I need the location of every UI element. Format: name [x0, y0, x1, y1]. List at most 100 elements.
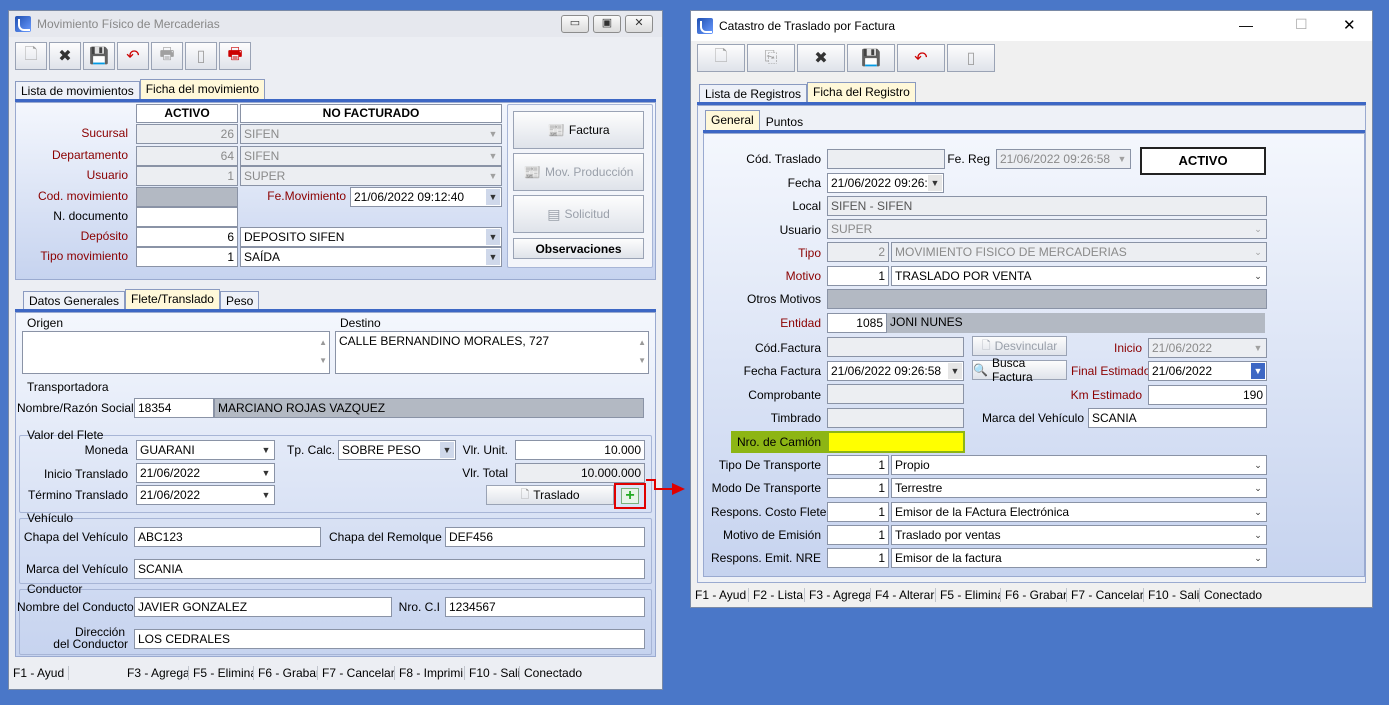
usuario-select[interactable]: SUPER ▼	[240, 166, 502, 186]
observaciones-button[interactable]: Observaciones	[513, 238, 644, 259]
direccion-field[interactable]: LOS CEDRALES	[134, 629, 645, 649]
print-icon[interactable]: 🖶	[151, 42, 183, 70]
fe-movimiento-label: Fe.Movimiento	[267, 189, 346, 203]
final-estimado-field[interactable]: 21/06/2022 ▼	[1148, 361, 1267, 381]
km-estimado-field[interactable]: 190	[1148, 385, 1267, 405]
chevron-down-icon: ▼	[488, 129, 498, 139]
minimize-button[interactable]: ▭	[561, 15, 589, 33]
exit-icon[interactable]: ▯	[947, 44, 995, 72]
inicio-translado-field[interactable]: 21/06/2022 ▼	[136, 463, 275, 483]
termino-translado-field[interactable]: 21/06/2022 ▼	[136, 485, 275, 505]
motivo-emision-code-field[interactable]: 1	[827, 525, 889, 545]
window-title: Catastro de Traslado por Factura	[719, 19, 896, 33]
maximize-button[interactable]: ▣	[593, 15, 621, 33]
deposito-select[interactable]: DEPOSITO SIFEN ▼	[240, 227, 502, 247]
cod-movimiento-field[interactable]	[136, 187, 238, 207]
fe-movimiento-field[interactable]: 21/06/2022 09:12:40 ▼	[350, 187, 502, 207]
motivo-code-field[interactable]: 1	[827, 266, 889, 286]
modo-transporte-select[interactable]: Terrestre ⌄	[891, 478, 1267, 498]
status-activo-badge: ACTIVO	[136, 104, 238, 123]
save-icon[interactable]: 💾	[847, 44, 895, 72]
marca-vehiculo-field[interactable]: SCANIA	[1088, 408, 1267, 428]
modo-transporte-code-field[interactable]: 1	[827, 478, 889, 498]
new-icon[interactable]: 🗋	[15, 42, 47, 70]
maximize-button[interactable]: ☐	[1295, 16, 1308, 33]
respons-emit-select[interactable]: Emisor de la factura ⌄	[891, 548, 1267, 568]
chapa-vehiculo-field[interactable]: ABC123	[134, 527, 321, 547]
exit-icon[interactable]: ▯	[185, 42, 217, 70]
fecha-factura-field[interactable]: 21/06/2022 09:26:58 ▼	[827, 361, 964, 381]
toolbar: 🗋 ✖ 💾 ↶ 🖶 ▯ 🖶	[15, 42, 251, 70]
origen-textarea[interactable]: ▲ ▼	[22, 331, 330, 374]
fecha-field[interactable]: 21/06/2022 09:26:5 ▼	[827, 173, 944, 193]
respons-costo-select[interactable]: Emisor de la FActura Electrónica ⌄	[891, 502, 1267, 522]
undo-icon[interactable]: ↶	[897, 44, 945, 72]
valor-flete-label: Valor del Flete	[27, 428, 104, 442]
new-icon[interactable]: 🗋	[697, 44, 745, 72]
close-button[interactable]: ✕	[1343, 16, 1356, 34]
delete-icon[interactable]: ✖	[797, 44, 845, 72]
moneda-select[interactable]: GUARANI ▼	[136, 440, 275, 460]
tipo-movimiento-code-field[interactable]: 1	[136, 247, 238, 267]
fe-movimiento-value: 21/06/2022 09:12:40	[354, 190, 465, 204]
tab-ficha-registro[interactable]: Ficha del Registro	[807, 82, 916, 103]
cod-factura-label: Cód.Factura	[754, 341, 821, 355]
vlr-total-field: 10.000.000	[515, 463, 645, 483]
print-delete-icon[interactable]: 🖶	[219, 42, 251, 70]
tipo-movimiento-select[interactable]: SAÍDA ▼	[240, 247, 502, 267]
destino-textarea[interactable]: CALLE BERNANDINO MORALES, 727 ▲ ▼	[335, 331, 649, 374]
tab-puntos[interactable]: Puntos	[760, 112, 809, 131]
busca-factura-button[interactable]: 🔍 Busca Factura	[972, 356, 1067, 384]
tab-ficha-movimiento[interactable]: Ficha del movimiento	[139, 79, 266, 100]
motivo-emision-select[interactable]: Traslado por ventas ⌄	[891, 525, 1267, 545]
chevron-down-icon: ▼	[486, 229, 500, 245]
nro-camion-field[interactable]	[827, 431, 965, 453]
sucursal-select[interactable]: SIFEN ▼	[240, 124, 502, 144]
copy-icon[interactable]: ⎘	[747, 44, 795, 72]
respons-costo-code-field[interactable]: 1	[827, 502, 889, 522]
chevron-down-icon: ⌄	[1254, 224, 1262, 234]
undo-icon[interactable]: ↶	[117, 42, 149, 70]
tipo-transporte-select[interactable]: Propio ⌄	[891, 455, 1267, 475]
close-button[interactable]: ✕	[625, 15, 653, 33]
usuario-label: Usuario	[779, 223, 821, 237]
tab-peso[interactable]: Peso	[219, 291, 260, 310]
chapa-remolque-field[interactable]: DEF456	[445, 527, 645, 547]
status-activo-badge: ACTIVO	[1140, 147, 1266, 175]
respons-emit-value: Emisor de la factura	[895, 551, 1002, 565]
delete-icon[interactable]: ✖	[49, 42, 81, 70]
departamento-label: Departamento	[51, 148, 128, 162]
deposito-code-field[interactable]: 6	[136, 227, 238, 247]
tp-calc-select[interactable]: SOBRE PESO ▼	[338, 440, 456, 460]
add-traslado-button[interactable]: +	[614, 483, 646, 509]
tab-lista-movimientos[interactable]: Lista de movimientos	[15, 81, 140, 100]
tab-flete-translado[interactable]: Flete/Translado	[125, 289, 220, 310]
document-icon: 🗋	[520, 488, 530, 501]
chevron-down-icon: ▼	[928, 175, 942, 191]
chapa-vehiculo-label: Chapa del Vehículo	[23, 530, 128, 544]
entidad-code-field[interactable]: 1085	[827, 313, 887, 333]
transportadora-code-field[interactable]: 18354	[134, 398, 214, 418]
nro-ci-field[interactable]: 1234567	[445, 597, 645, 617]
mov-produccion-button[interactable]: 📰 Mov. Producción	[513, 153, 644, 191]
save-icon[interactable]: 💾	[83, 42, 115, 70]
departamento-select[interactable]: SIFEN ▼	[240, 146, 502, 166]
traslado-button[interactable]: 🗋 Traslado	[486, 485, 614, 505]
status-f6: F6 - Grabar	[254, 666, 318, 680]
desvincular-button[interactable]: 🗋 Desvincular	[972, 336, 1067, 356]
factura-button[interactable]: 📰 Factura	[513, 111, 644, 149]
n-documento-field[interactable]	[136, 207, 238, 227]
tab-general[interactable]: General	[705, 110, 760, 131]
tab-datos-generales[interactable]: Datos Generales	[23, 291, 126, 310]
traslado-label: Traslado	[533, 488, 580, 502]
minimize-button[interactable]: —	[1239, 17, 1253, 33]
solicitud-button[interactable]: ▤ Solicitud	[513, 195, 644, 233]
tipo-transporte-label: Tipo De Transporte	[718, 458, 821, 472]
vlr-unit-field[interactable]: 10.000	[515, 440, 645, 460]
tab-lista-registros[interactable]: Lista de Registros	[699, 84, 808, 103]
tipo-transporte-code-field[interactable]: 1	[827, 455, 889, 475]
motivo-select[interactable]: TRASLADO POR VENTA ⌄	[891, 266, 1267, 286]
nombre-conductor-field[interactable]: JAVIER GONZALEZ	[134, 597, 392, 617]
respons-emit-code-field[interactable]: 1	[827, 548, 889, 568]
marca-vehiculo-field[interactable]: SCANIA	[134, 559, 645, 579]
